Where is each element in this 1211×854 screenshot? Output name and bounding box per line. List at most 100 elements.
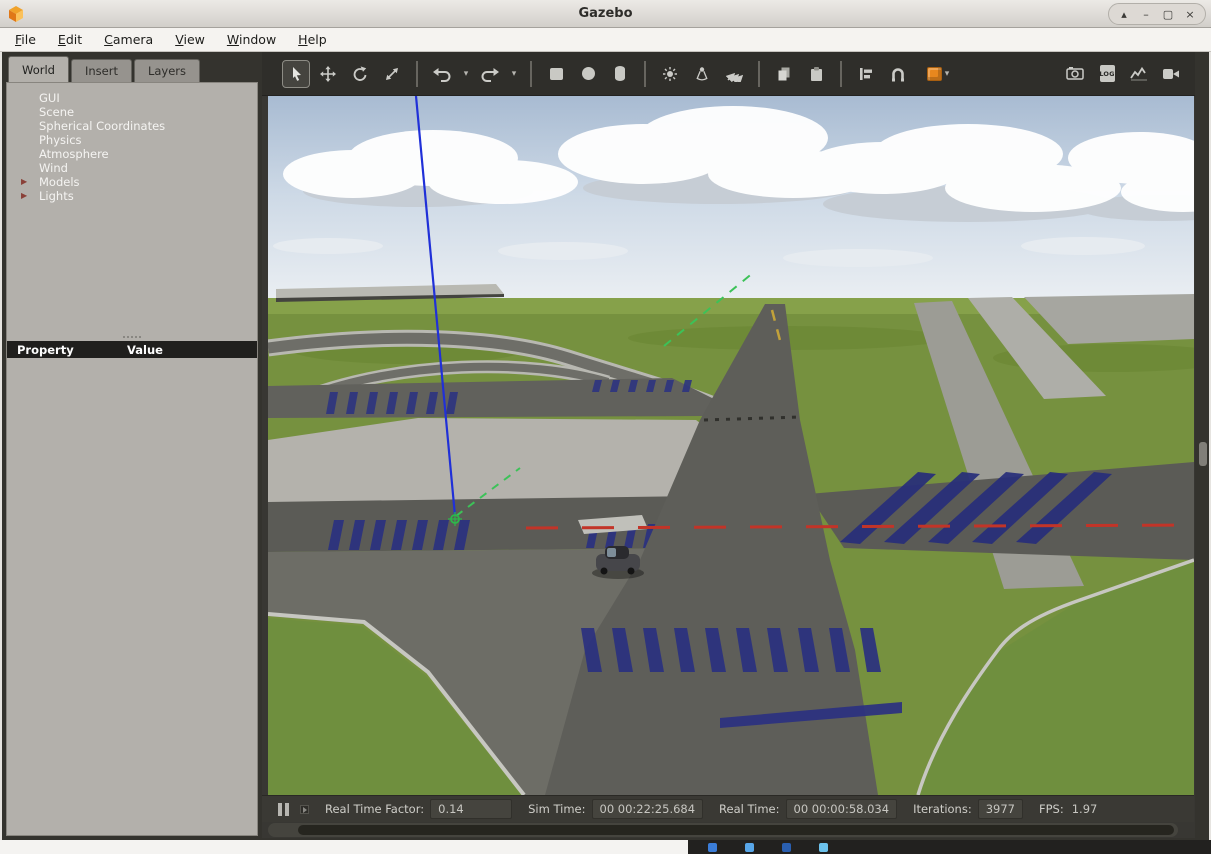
shade-button[interactable]: ▴ <box>1114 5 1134 23</box>
3d-viewport[interactable] <box>268 96 1194 795</box>
expand-arrow-icon[interactable]: ▶ <box>21 178 27 186</box>
sim-time-value: 00 00:22:25.684 <box>591 799 704 819</box>
data-logger-button[interactable]: LOG <box>1093 60 1121 88</box>
snap-tool-button[interactable] <box>884 60 912 88</box>
box-icon <box>549 67 563 80</box>
paste-button[interactable] <box>802 60 830 88</box>
view-angle-button[interactable]: ▾ <box>916 60 960 88</box>
sim-time-label: Sim Time: <box>528 802 586 816</box>
scrollbar-handle[interactable] <box>1199 442 1207 466</box>
chevron-down-icon: ▾ <box>944 68 950 79</box>
camera-icon <box>1066 67 1084 80</box>
minimize-button[interactable]: – <box>1136 5 1156 23</box>
tree-item-gui[interactable]: GUI <box>7 91 257 105</box>
menu-edit[interactable]: Edit <box>48 29 92 50</box>
translate-tool-button[interactable] <box>314 60 342 88</box>
rotate-tool-button[interactable] <box>346 60 374 88</box>
menu-view[interactable]: View <box>165 29 215 50</box>
tree-item-wind[interactable]: Wind <box>7 161 257 175</box>
world-tree-panel: GUI Scene Spherical Coordinates Physics … <box>6 82 258 836</box>
screenshot-button[interactable] <box>1061 60 1089 88</box>
tree-item-lights[interactable]: ▶ Lights <box>7 189 257 203</box>
fps-value: 1.97 <box>1071 802 1098 816</box>
plot-button[interactable] <box>1125 60 1153 88</box>
redo-button[interactable] <box>476 60 504 88</box>
tree-item-scene[interactable]: Scene <box>7 105 257 119</box>
sphere-shape-button[interactable] <box>574 60 602 88</box>
video-camera-icon <box>1163 68 1179 79</box>
plot-icon <box>1130 66 1147 81</box>
tree-item-spherical-coordinates[interactable]: Spherical Coordinates <box>7 119 257 133</box>
iterations-value: 3977 <box>977 799 1023 819</box>
view-angle-cube-icon <box>926 66 942 81</box>
record-video-button[interactable] <box>1157 60 1185 88</box>
directional-light-button[interactable] <box>720 60 748 88</box>
property-column-header: Property <box>17 342 74 357</box>
real-time-label: Real Time: <box>719 802 780 816</box>
spot-light-icon <box>696 66 708 80</box>
window-title: Gazebo <box>578 6 633 21</box>
box-shape-button[interactable] <box>542 60 570 88</box>
real-time-factor-label: Real Time Factor: <box>325 802 425 816</box>
tree-item-physics[interactable]: Physics <box>7 133 257 147</box>
move-icon <box>320 65 336 82</box>
step-button[interactable] <box>300 804 309 814</box>
scale-icon <box>386 67 398 80</box>
splitter-handle[interactable] <box>7 332 257 341</box>
window-controls: ▴ – ▢ × <box>1108 3 1206 25</box>
gazebo-window: Gazebo ▴ – ▢ × File Edit Camera View Win… <box>0 0 1211 854</box>
taskbar-icon[interactable] <box>782 842 791 852</box>
scale-tool-button[interactable] <box>378 60 406 88</box>
toolbar: ▾ ▾ ▾ LOG <box>262 52 1195 96</box>
vertical-scrollbar[interactable] <box>1197 52 1209 838</box>
magnet-icon <box>892 67 904 81</box>
taskbar-icon[interactable] <box>745 842 754 852</box>
toolbar-separator <box>758 60 760 87</box>
align-icon <box>860 67 872 80</box>
close-button[interactable]: × <box>1180 5 1200 23</box>
redo-history-button[interactable]: ▾ <box>508 60 520 88</box>
property-table-header: Property Value <box>7 341 257 358</box>
scrollbar-handle[interactable] <box>298 825 1174 835</box>
titlebar: Gazebo ▴ – ▢ × <box>0 0 1211 28</box>
world-tree: GUI Scene Spherical Coordinates Physics … <box>7 83 257 203</box>
tree-item-models[interactable]: ▶ Models <box>7 175 257 189</box>
paste-icon <box>811 66 822 81</box>
tab-layers[interactable]: Layers <box>133 59 201 82</box>
undo-icon <box>433 67 451 82</box>
toolbar-separator <box>416 60 418 87</box>
right-area: ▾ ▾ ▾ LOG Real Time Factor: 0.14 Sim Tim… <box>262 52 1195 838</box>
taskbar-icon[interactable] <box>708 842 717 852</box>
menu-file[interactable]: File <box>5 29 46 50</box>
pause-button[interactable] <box>276 801 291 818</box>
toolbar-separator <box>644 60 646 87</box>
statusbar: Real Time Factor: 0.14 Sim Time: 00 00:2… <box>262 795 1194 822</box>
tree-item-atmosphere[interactable]: Atmosphere <box>7 147 257 161</box>
undo-button[interactable] <box>428 60 456 88</box>
tab-insert[interactable]: Insert <box>70 59 132 82</box>
directional-light-icon <box>725 72 743 82</box>
cylinder-shape-button[interactable] <box>606 60 634 88</box>
menu-window[interactable]: Window <box>217 29 286 50</box>
maximize-button[interactable]: ▢ <box>1158 5 1178 23</box>
spot-light-button[interactable] <box>688 60 716 88</box>
menubar: File Edit Camera View Window Help <box>0 28 1211 52</box>
toolbar-separator <box>530 60 532 87</box>
real-time-factor-value: 0.14 <box>430 799 513 819</box>
menu-help[interactable]: Help <box>288 29 337 50</box>
copy-button[interactable] <box>770 60 798 88</box>
panel-tabbar: World Insert Layers <box>2 52 262 82</box>
left-panel: World Insert Layers GUI Scene Spherical … <box>2 52 262 838</box>
rotate-icon <box>353 65 367 81</box>
tab-world[interactable]: World <box>8 56 69 82</box>
point-light-button[interactable] <box>656 60 684 88</box>
horizontal-scrollbar[interactable] <box>268 823 1178 837</box>
cylinder-icon <box>615 66 625 81</box>
undo-history-button[interactable]: ▾ <box>460 60 472 88</box>
expand-arrow-icon[interactable]: ▶ <box>21 192 27 200</box>
menu-camera[interactable]: Camera <box>94 29 163 50</box>
select-tool-button[interactable] <box>282 59 310 88</box>
taskbar-icon[interactable] <box>819 842 828 852</box>
align-tool-button[interactable] <box>852 60 880 88</box>
main-content: World Insert Layers GUI Scene Spherical … <box>0 52 1211 840</box>
